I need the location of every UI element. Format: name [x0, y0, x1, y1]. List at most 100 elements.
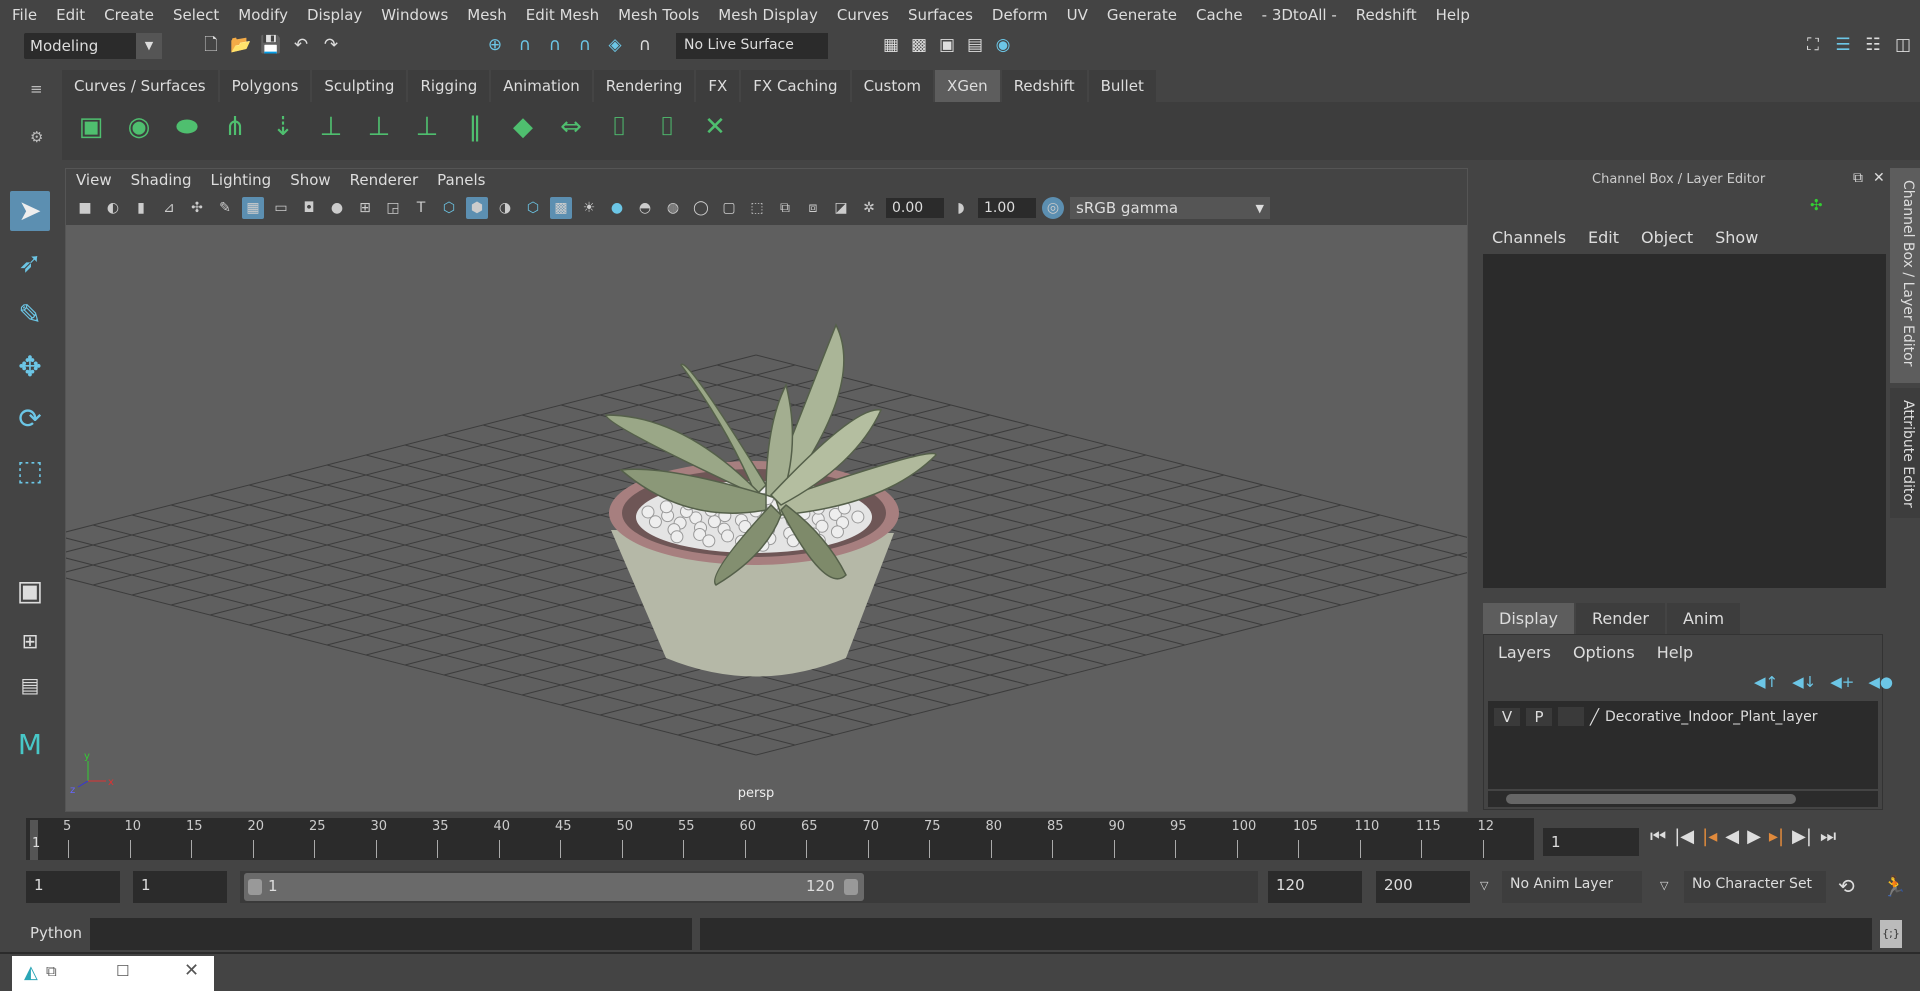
menu-cache[interactable]: Cache — [1196, 6, 1243, 24]
shelf-tab-animation[interactable]: Animation — [491, 70, 592, 102]
motion-blur-icon[interactable]: ◍ — [662, 197, 684, 219]
ambient-occlusion-icon[interactable]: ◓ — [634, 197, 656, 219]
menu-mesh-tools[interactable]: Mesh Tools — [618, 6, 699, 24]
safe-action-icon[interactable]: ◲ — [382, 197, 404, 219]
script-editor-icon[interactable]: {;} — [1880, 920, 1902, 948]
float-panel-icon[interactable]: ⧉ — [1853, 170, 1863, 186]
next-key-icon[interactable]: ▸| — [1769, 826, 1784, 847]
preferences-runner-icon[interactable]: 🏃 — [1882, 874, 1907, 898]
shelf-tab-custom[interactable]: Custom — [851, 70, 934, 102]
menu-file[interactable]: File — [12, 6, 37, 24]
layer-tab-render[interactable]: Render — [1575, 603, 1665, 634]
maximize-window-icon[interactable]: ☐ — [116, 962, 129, 980]
lasso-tool-icon[interactable]: ➶ — [10, 243, 50, 283]
exposure-icon[interactable]: ✲ — [858, 197, 880, 219]
menu-redshift[interactable]: Redshift — [1356, 6, 1417, 24]
viewport-menu-lighting[interactable]: Lighting — [211, 171, 272, 189]
menu-mesh-display[interactable]: Mesh Display — [718, 6, 818, 24]
guides-to-curves-icon[interactable]: ‖ — [456, 112, 494, 152]
layer-row[interactable]: V P ╱ Decorative_Indoor_Plant_layer — [1494, 707, 1817, 726]
menu-windows[interactable]: Windows — [381, 6, 448, 24]
menu-display[interactable]: Display — [307, 6, 362, 24]
character-set-chevron-icon[interactable]: ▽ — [1660, 879, 1668, 892]
end-frame-field[interactable]: 200 — [1376, 871, 1470, 903]
textured-icon[interactable]: ▩ — [550, 197, 572, 219]
ipr-render-icon[interactable]: ▣ — [936, 34, 958, 56]
render-settings-icon[interactable]: ▦ — [880, 34, 902, 56]
make-live-icon[interactable]: ∩ — [634, 34, 656, 56]
maya-app-icon[interactable]: ◭ — [24, 962, 38, 983]
depth-of-field-icon[interactable]: ▢ — [718, 197, 740, 219]
go-to-end-icon[interactable]: ⏭ — [1820, 826, 1836, 847]
viewport-menu-renderer[interactable]: Renderer — [350, 171, 418, 189]
bookmark-icon[interactable]: ▮ — [130, 197, 152, 219]
viewport-menu-show[interactable]: Show — [290, 171, 330, 189]
menu-uv[interactable]: UV — [1067, 6, 1088, 24]
xray-active-icon[interactable]: ⧈ — [802, 197, 824, 219]
menu-curves[interactable]: Curves — [837, 6, 889, 24]
shelf-tab-rigging[interactable]: Rigging — [408, 70, 490, 102]
place-guides-icon[interactable]: ⇣ — [264, 112, 302, 152]
range-slider-bar[interactable]: 1 120 — [244, 873, 864, 901]
interactive-groom-icon[interactable]: ◆ — [504, 112, 542, 152]
play-forward-icon[interactable]: ▶ — [1747, 826, 1761, 847]
layer-scrollbar[interactable] — [1488, 791, 1878, 807]
paint-select-tool-icon[interactable]: ✎ — [10, 295, 50, 335]
camera-attr-icon[interactable]: ◐ — [102, 197, 124, 219]
menu-surfaces[interactable]: Surfaces — [908, 6, 973, 24]
close-window-icon[interactable]: ✕ — [184, 960, 199, 981]
shelf-tab-redshift[interactable]: Redshift — [1001, 70, 1087, 102]
channel-menu-object[interactable]: Object — [1641, 228, 1693, 247]
camera-icon[interactable]: ■ — [74, 197, 96, 219]
delete-groom-icon[interactable]: ✕ — [696, 112, 734, 152]
channel-list[interactable] — [1483, 254, 1886, 588]
rotate-tool-icon[interactable]: ⟳ — [10, 399, 50, 439]
xray-icon[interactable]: ⬡ — [522, 197, 544, 219]
shelf-tab-bullet[interactable]: Bullet — [1088, 70, 1156, 102]
channel-menu-channels[interactable]: Channels — [1492, 228, 1566, 247]
hypershade-icon[interactable]: ◉ — [992, 34, 1014, 56]
menu-create[interactable]: Create — [104, 6, 154, 24]
four-view-layout-icon[interactable]: ⊞ — [10, 621, 50, 661]
render-frame-icon[interactable]: ▩ — [908, 34, 930, 56]
menu-modify[interactable]: Modify — [238, 6, 288, 24]
grid-toggle-icon[interactable]: ▦ — [242, 197, 264, 219]
viewport-menu-view[interactable]: View — [76, 171, 112, 189]
gamma-icon[interactable]: ◗ — [950, 197, 972, 219]
live-surface-field[interactable]: No Live Surface — [676, 33, 828, 59]
manipulator-icon[interactable]: ✣ — [1810, 196, 1823, 214]
shelf-menu-icon[interactable]: ≡ — [30, 80, 43, 98]
film-gate-icon[interactable]: ▭ — [270, 197, 292, 219]
tab-attribute-editor[interactable]: Attribute Editor — [1890, 388, 1920, 518]
select-tool-arrow-icon[interactable]: ➤ — [10, 191, 50, 231]
scale-tool-icon[interactable]: ⬚ — [10, 451, 50, 491]
wireframe-on-shaded-icon[interactable]: ◑ — [494, 197, 516, 219]
channel-menu-edit[interactable]: Edit — [1588, 228, 1619, 247]
layer-menu-options[interactable]: Options — [1573, 643, 1635, 662]
isolate-select-icon[interactable]: ⬚ — [746, 197, 768, 219]
move-layer-down-icon[interactable]: ◀↓ — [1792, 673, 1816, 691]
menu-deform[interactable]: Deform — [992, 6, 1048, 24]
character-set-dropdown[interactable]: No Character Set — [1684, 871, 1826, 903]
field-chart-icon[interactable]: ⊞ — [354, 197, 376, 219]
step-back-key-icon[interactable]: |◀ — [1674, 826, 1694, 847]
sculpt-guides-icon[interactable]: ⊥ — [360, 112, 398, 152]
shelf-tab-curves-surfaces[interactable]: Curves / Surfaces — [62, 70, 218, 102]
shelf-tab-sculpting[interactable]: Sculpting — [312, 70, 407, 102]
outliner-layout-icon[interactable]: ▤ — [10, 665, 50, 705]
step-forward-icon[interactable]: ▶| — [1792, 826, 1812, 847]
display-type-toggle[interactable] — [1558, 707, 1584, 726]
shelf-tab-fx-caching[interactable]: FX Caching — [741, 70, 850, 102]
command-language-label[interactable]: Python — [30, 924, 82, 942]
shadows-icon[interactable]: ● — [606, 197, 628, 219]
range-handle-end[interactable] — [844, 879, 858, 895]
channel-menu-show[interactable]: Show — [1715, 228, 1758, 247]
restore-window-icon[interactable]: ⧉ — [46, 962, 57, 980]
start-frame-field[interactable]: 1 — [26, 871, 120, 903]
wireframe-icon[interactable]: ⬡ — [438, 197, 460, 219]
pan-zoom-icon[interactable]: ✣ — [186, 197, 208, 219]
scrollbar-thumb[interactable] — [1506, 794, 1796, 804]
lights-icon[interactable]: ☀ — [578, 197, 600, 219]
shelf-tab-polygons[interactable]: Polygons — [219, 70, 311, 102]
menu-mesh[interactable]: Mesh — [467, 6, 507, 24]
